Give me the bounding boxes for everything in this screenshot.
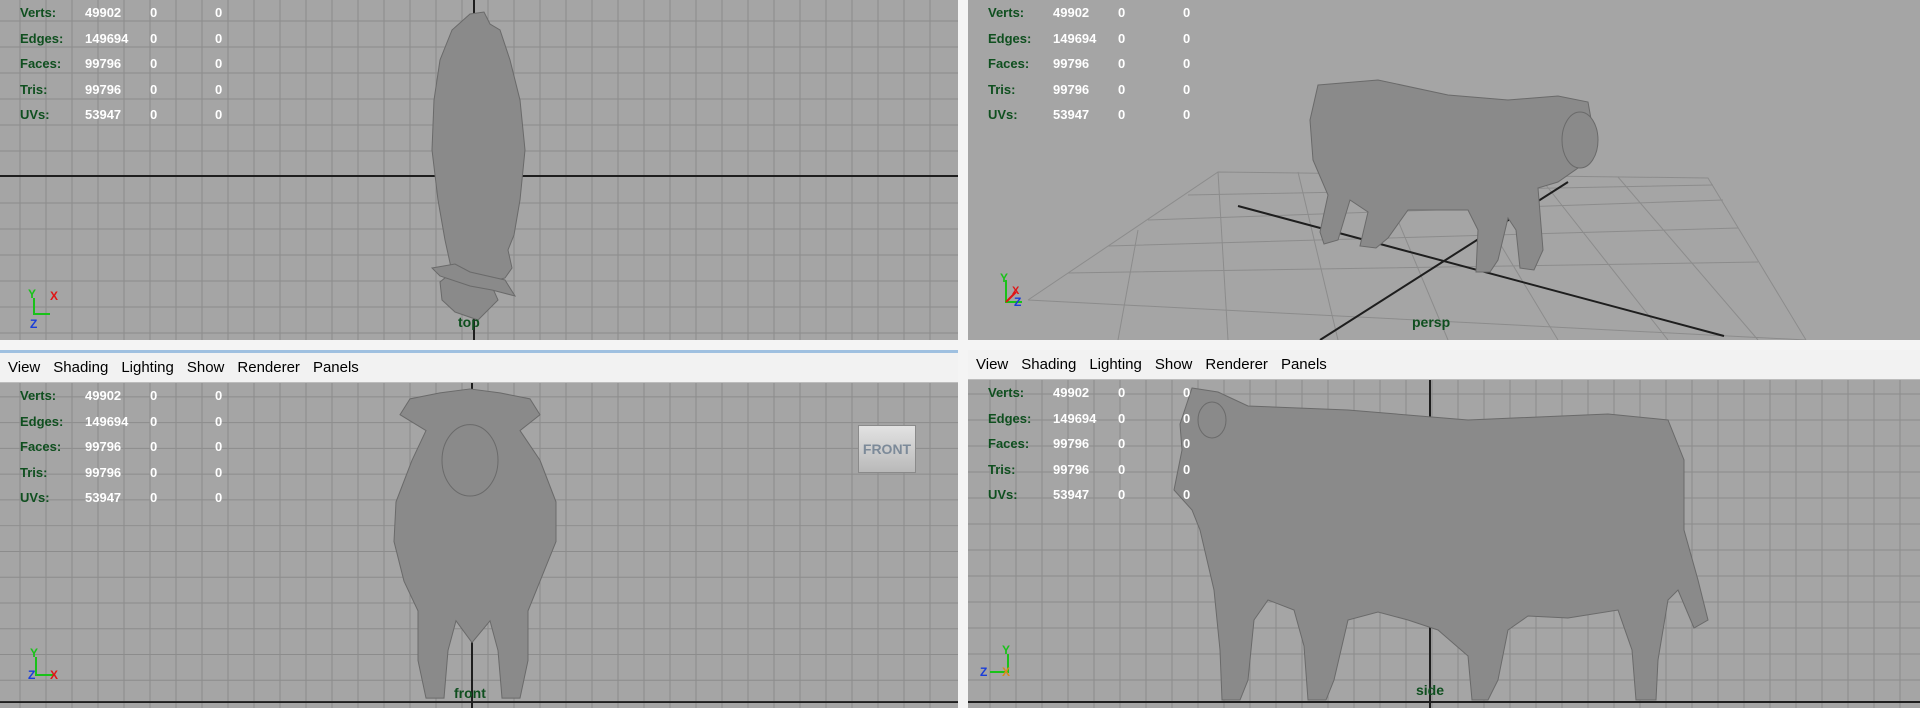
viewport-persp-canvas[interactable]: Verts: 49902 0 0 Edges: 149694 0 0 Faces: 99796… <box>968 0 1920 340</box>
panel-menubar: View Shading Lighting Show Renderer Pane… <box>968 350 1920 380</box>
menu-lighting[interactable]: Lighting <box>121 359 174 376</box>
viewport-front-canvas[interactable]: Verts: 49902 0 0 Edges: 149694 0 0 Faces: 99796… <box>0 383 958 708</box>
axis-indicator-side: Y Z X <box>980 643 1010 679</box>
camera-label-top: top <box>458 314 480 330</box>
viewport-side[interactable]: View Shading Lighting Show Renderer Pane… <box>968 350 1920 708</box>
svg-text:Z: Z <box>1014 295 1021 309</box>
hud-stats: Verts: 49902 0 0 Edges: 149694 0 0 Faces: 99796… <box>988 5 1191 122</box>
viewport-front[interactable]: View Shading Lighting Show Renderer Pane… <box>0 350 958 708</box>
viewport-top[interactable]: Verts: 49902 0 0 Edges: 149694 0 0 Faces: 99796… <box>0 0 958 340</box>
svg-text:Y: Y <box>1000 272 1008 285</box>
menu-shading[interactable]: Shading <box>53 359 108 376</box>
menu-panels[interactable]: Panels <box>313 359 359 376</box>
hud-stats: Verts: 49902 0 0 Edges: 149694 0 0 Faces: 99796… <box>20 388 223 505</box>
menu-view[interactable]: View <box>976 356 1008 373</box>
camera-label-persp: persp <box>1412 314 1451 330</box>
menu-shading[interactable]: Shading <box>1021 356 1076 373</box>
svg-text:X: X <box>50 289 58 303</box>
hud-stats: Verts: 49902 0 0 Edges: 149694 0 0 Faces: 99796… <box>20 5 223 122</box>
viewport-persp[interactable]: Verts: 49902 0 0 Edges: 149694 0 0 Faces: 99796… <box>968 0 1920 340</box>
axis-indicator-top: Y X Z <box>28 288 58 331</box>
svg-text:Z: Z <box>30 317 37 331</box>
menu-renderer[interactable]: Renderer <box>1205 356 1268 373</box>
svg-text:Z: Z <box>980 665 987 679</box>
svg-text:Y: Y <box>28 288 36 301</box>
svg-text:Z: Z <box>28 668 35 682</box>
svg-text:X: X <box>50 668 58 682</box>
svg-text:Y: Y <box>30 646 38 660</box>
camera-label-front: front <box>454 685 486 701</box>
menu-panels[interactable]: Panels <box>1281 356 1327 373</box>
menu-show[interactable]: Show <box>187 359 225 376</box>
viewport-top-canvas[interactable]: Verts: 49902 0 0 Edges: 149694 0 0 Faces: 99796… <box>0 0 958 340</box>
menu-show[interactable]: Show <box>1155 356 1193 373</box>
viewcube[interactable]: FRONT <box>858 425 916 473</box>
panel-menubar: View Shading Lighting Show Renderer Pane… <box>0 353 958 383</box>
menu-lighting[interactable]: Lighting <box>1089 356 1142 373</box>
svg-text:X: X <box>1002 665 1010 679</box>
panel-divider-vertical[interactable] <box>958 0 968 708</box>
panel-divider-horizontal[interactable] <box>0 340 1920 350</box>
axis-indicator-persp: Y X Z <box>1000 272 1022 309</box>
camera-label-side: side <box>1416 682 1445 698</box>
svg-text:Y: Y <box>1002 643 1010 657</box>
menu-renderer[interactable]: Renderer <box>237 359 300 376</box>
hud-stats: Verts: 49902 0 0 Edges: 149694 0 0 Faces: 99796… <box>988 385 1191 502</box>
axis-indicator-front: Y Z X <box>28 646 58 682</box>
menu-view[interactable]: View <box>8 359 40 376</box>
viewport-side-canvas[interactable]: Verts: 49902 0 0 Edges: 149694 0 0 Faces: 99796… <box>968 380 1920 708</box>
